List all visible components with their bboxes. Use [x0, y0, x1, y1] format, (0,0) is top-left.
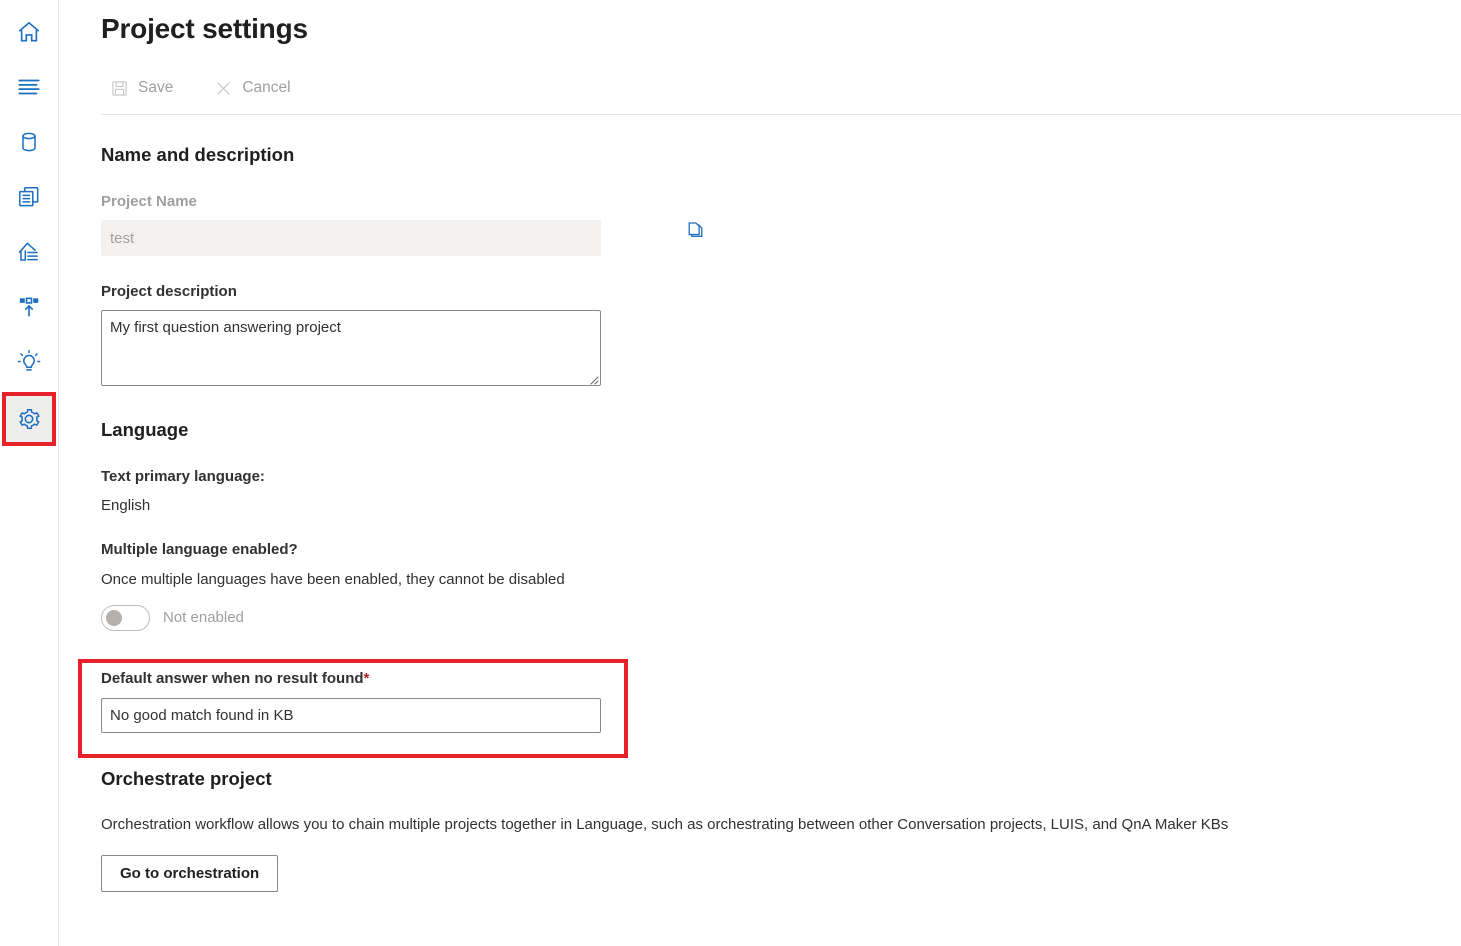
home-icon [16, 19, 42, 45]
multiple-language-toggle-state: Not enabled [163, 609, 244, 626]
copy-project-name-button[interactable] [682, 220, 710, 248]
default-answer-label: Default answer when no result found* [101, 670, 369, 687]
save-label: Save [138, 79, 173, 97]
deploy-icon [16, 294, 42, 320]
language-heading: Language [101, 419, 188, 441]
multiple-language-label: Multiple language enabled? [101, 541, 298, 558]
copy-icon [685, 221, 707, 248]
left-nav-rail [0, 0, 59, 946]
documents-icon [16, 184, 42, 210]
command-bar: Save Cancel [101, 71, 301, 105]
sidebar-item-database[interactable] [3, 118, 55, 166]
toggle-knob [106, 610, 122, 626]
multiple-language-toggle[interactable] [101, 605, 150, 631]
project-description-label: Project description [101, 283, 237, 300]
app-root: Project settings Save [0, 0, 1461, 946]
database-icon [17, 130, 41, 154]
project-name-input[interactable] [101, 220, 601, 256]
lightbulb-icon [16, 349, 42, 375]
sidebar-item-deploy[interactable] [3, 283, 55, 331]
name-description-heading: Name and description [101, 144, 294, 166]
cancel-button[interactable]: Cancel [205, 72, 300, 104]
sidebar-item-build-model[interactable] [3, 228, 55, 276]
build-model-icon [16, 239, 42, 265]
sidebar-item-text[interactable] [3, 63, 55, 111]
text-primary-language-label: Text primary language: [101, 468, 265, 485]
required-asterisk: * [364, 670, 370, 687]
toolbar-divider [101, 114, 1461, 115]
multiple-language-help: Once multiple languages have been enable… [101, 571, 565, 588]
cancel-label: Cancel [242, 79, 290, 97]
gear-icon [16, 406, 42, 432]
save-button[interactable]: Save [101, 72, 183, 104]
save-floppy-icon [109, 78, 129, 98]
main-content: Project settings Save [60, 0, 1461, 946]
sidebar-item-insights[interactable] [3, 338, 55, 386]
sidebar-item-documents[interactable] [3, 173, 55, 221]
project-description-textarea[interactable] [101, 310, 601, 386]
default-answer-input[interactable] [101, 698, 601, 733]
close-x-icon [213, 78, 233, 98]
default-answer-label-text: Default answer when no result found [101, 670, 364, 687]
text-primary-language-value: English [101, 497, 150, 514]
sidebar-item-home[interactable] [3, 8, 55, 56]
orchestrate-heading: Orchestrate project [101, 768, 272, 790]
text-lines-icon [16, 74, 42, 100]
go-to-orchestration-button[interactable]: Go to orchestration [101, 855, 278, 892]
page-title: Project settings [101, 13, 308, 45]
orchestrate-description: Orchestration workflow allows you to cha… [101, 816, 1228, 833]
sidebar-item-settings[interactable] [3, 395, 55, 443]
project-name-label: Project Name [101, 193, 197, 210]
